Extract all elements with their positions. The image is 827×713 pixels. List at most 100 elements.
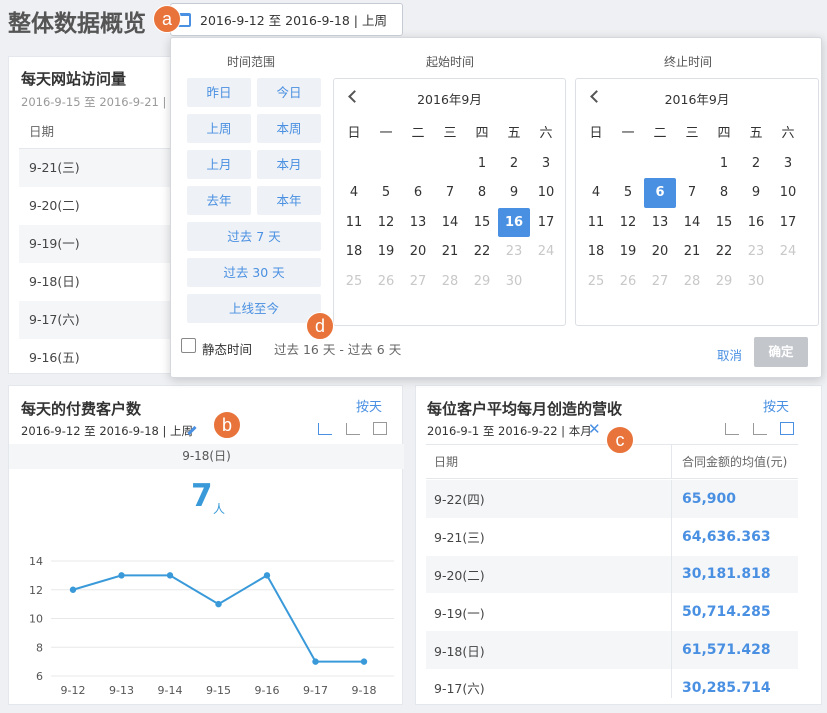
row-value: 50,714.285: [671, 593, 771, 632]
data-point[interactable]: [215, 600, 222, 608]
weekday-label: 一: [379, 126, 393, 141]
day-cell[interactable]: 3: [772, 149, 804, 179]
weekday-label: 六: [539, 126, 553, 141]
focus-date: 9-18(日): [9, 444, 404, 469]
day-cell[interactable]: 7: [676, 178, 708, 208]
date-range-input[interactable]: 2016-9-12 至 2016-9-18 | 上周: [170, 3, 403, 36]
start-month-label: 2016年9月: [417, 92, 482, 107]
card-subtitle: 2016-9-12 至 2016-9-18 | 上周: [21, 424, 194, 438]
day-cell[interactable]: 21: [676, 237, 708, 267]
day-cell[interactable]: 11: [580, 208, 612, 238]
day-cell[interactable]: 17: [772, 208, 804, 238]
quick-last-week[interactable]: 上周: [187, 114, 251, 143]
day-cell[interactable]: 15: [708, 208, 740, 238]
quick-this-month[interactable]: 本月: [257, 150, 321, 179]
day-cell[interactable]: 22: [708, 237, 740, 267]
day-cell: 30: [505, 273, 523, 289]
day-cell[interactable]: 9: [498, 178, 530, 208]
row-value: 64,636.363: [671, 517, 771, 556]
weekday-label: 日: [589, 126, 603, 141]
cancel-button[interactable]: 取消: [717, 345, 742, 364]
day-cell[interactable]: 12: [370, 208, 402, 238]
quick-last-month[interactable]: 上月: [187, 150, 251, 179]
day-cell[interactable]: 7: [434, 178, 466, 208]
date-range-value: 2016-9-12 至 2016-9-18 | 上周: [200, 13, 387, 28]
day-cell: 27: [651, 273, 669, 289]
day-cell[interactable]: 18: [338, 237, 370, 267]
bar-chart-icon[interactable]: [346, 423, 360, 435]
day-cell[interactable]: 8: [466, 178, 498, 208]
day-cell[interactable]: 14: [434, 208, 466, 238]
data-point[interactable]: [166, 572, 174, 579]
data-point[interactable]: [263, 572, 271, 579]
quick-today[interactable]: 今日: [257, 78, 321, 107]
data-point[interactable]: [312, 658, 319, 665]
confirm-button[interactable]: 确定: [754, 337, 808, 367]
day-cell[interactable]: 10: [772, 178, 804, 208]
day-cell: 28: [441, 273, 459, 289]
quick-past-7-days[interactable]: 过去 7 天: [187, 222, 321, 251]
table-icon[interactable]: [780, 422, 794, 435]
line-chart-icon[interactable]: [725, 423, 739, 435]
day-cell[interactable]: 2: [740, 149, 772, 179]
table-icon[interactable]: [373, 422, 387, 435]
day-cell[interactable]: 5: [370, 178, 402, 208]
quick-this-week[interactable]: 本周: [257, 114, 321, 143]
day-cell[interactable]: 15: [466, 208, 498, 238]
empty-day-cell: [402, 149, 434, 179]
day-cell[interactable]: 2: [498, 149, 530, 179]
day-cell[interactable]: 1: [708, 149, 740, 179]
day-cell[interactable]: 14: [676, 208, 708, 238]
selected-day-cell[interactable]: 16: [498, 207, 530, 237]
day-cell[interactable]: 9: [740, 178, 772, 208]
day-cell[interactable]: 11: [338, 208, 370, 238]
day-cell[interactable]: 19: [612, 237, 644, 267]
data-point[interactable]: [69, 586, 77, 593]
weekday-label: 二: [411, 126, 425, 141]
day-cell[interactable]: 17: [530, 208, 562, 238]
start-calendar-grid: 日一二三四五六 1 2 3 4 5 6 7 8 9 10 11 12 13 14 15 16 17 18 19 20 21…: [338, 119, 562, 296]
x-tick-label: 9-14: [158, 684, 183, 697]
by-day-toggle[interactable]: 按天: [763, 396, 789, 415]
day-cell[interactable]: 13: [402, 208, 434, 238]
day-cell[interactable]: 4: [580, 178, 612, 208]
card-subtitle: 2016-9-15 至 2016-9-21 | 过: [21, 95, 182, 109]
quick-last-year[interactable]: 去年: [187, 186, 251, 215]
day-cell[interactable]: 3: [530, 149, 562, 179]
day-cell[interactable]: 18: [580, 237, 612, 267]
day-cell[interactable]: 20: [402, 237, 434, 267]
line-chart-icon[interactable]: [318, 423, 332, 435]
day-cell[interactable]: 13: [644, 208, 676, 238]
quick-yesterday[interactable]: 昨日: [187, 78, 251, 107]
day-cell[interactable]: 21: [434, 237, 466, 267]
data-point[interactable]: [360, 658, 368, 665]
row-date: 9-18(日): [434, 643, 485, 659]
static-time-checkbox[interactable]: [181, 338, 196, 353]
quick-past-30-days[interactable]: 过去 30 天: [187, 258, 321, 287]
day-cell[interactable]: 16: [740, 208, 772, 238]
day-cell[interactable]: 4: [338, 178, 370, 208]
day-cell[interactable]: 1: [466, 149, 498, 179]
day-cell[interactable]: 6: [402, 178, 434, 208]
close-icon[interactable]: ✕: [588, 420, 601, 438]
annotation-badge-c: c: [606, 426, 634, 454]
day-cell[interactable]: 8: [708, 178, 740, 208]
bar-chart-icon[interactable]: [753, 423, 767, 435]
big-value: 7: [191, 478, 213, 514]
y-tick-label: 12: [29, 584, 43, 597]
data-point[interactable]: [118, 572, 125, 579]
selected-day-cell[interactable]: 6: [644, 178, 676, 208]
quick-this-year[interactable]: 本年: [257, 186, 321, 215]
day-cell[interactable]: 10: [530, 178, 562, 208]
quick-since-launch[interactable]: 上线至今: [187, 294, 321, 323]
day-cell[interactable]: 22: [466, 237, 498, 267]
row-date: 9-19(一): [434, 605, 485, 621]
by-day-toggle[interactable]: 按天: [356, 396, 382, 415]
day-cell[interactable]: 20: [644, 237, 676, 267]
day-cell[interactable]: 12: [612, 208, 644, 238]
day-cell[interactable]: 19: [370, 237, 402, 267]
day-cell[interactable]: 5: [612, 178, 644, 208]
page-title: 整体数据概览: [8, 11, 146, 37]
weekday-label: 六: [781, 126, 795, 141]
annotation-badge-d: d: [306, 312, 334, 340]
